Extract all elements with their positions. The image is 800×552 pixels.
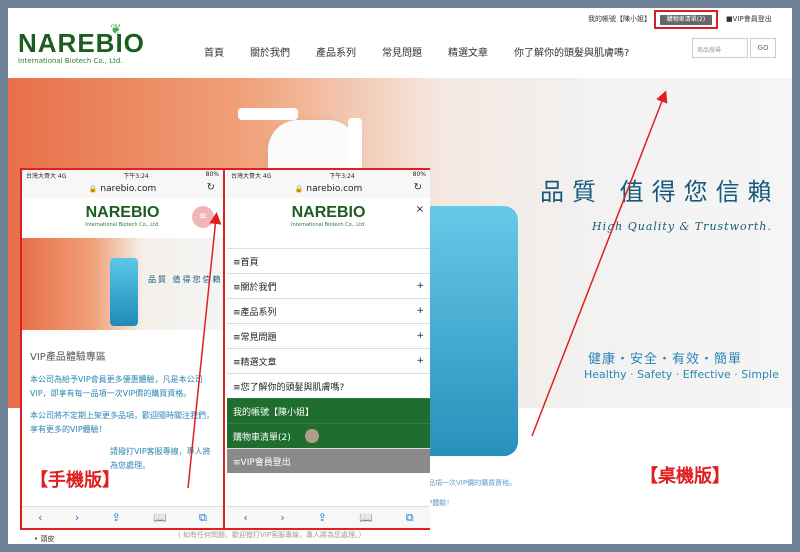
hero-tags-cn: 健康・安全・有效・簡單 — [588, 352, 743, 367]
menu-item-faq[interactable]: ≡常見問題 + — [227, 323, 430, 348]
share-icon[interactable]: ⇪ — [317, 511, 326, 524]
account-link[interactable]: 我的帳號【陳小姐】 — [588, 14, 651, 24]
logo-tail: O — [123, 28, 145, 58]
menu-item-hair-skin[interactable]: ≡您了解你的頭髮與肌膚嗎? — [227, 373, 430, 398]
share-icon[interactable]: ⇪ — [112, 511, 121, 524]
desktop-header: NAREBIO International Biotech Co., Ltd. … — [8, 8, 792, 78]
hero-tags-en: Healthy · Safety · Effective · Simple — [584, 368, 779, 381]
mobile-logo[interactable]: NAREBIO International Biotech Co., Ltd. — [227, 198, 430, 238]
close-icon[interactable]: × — [416, 204, 424, 215]
plus-icon: + — [416, 281, 424, 291]
nav-faq[interactable]: 常見問題 — [382, 44, 422, 59]
battery-text: 80% — [412, 171, 426, 178]
cart-highlight-box: 購物車清單(2) — [654, 10, 718, 29]
mobile-menu-screen: 台灣大哥大 4G 下午3:24 80% 🔒 narebio.com ↻ NARE… — [227, 170, 430, 528]
phone-status-bar: 台灣大哥大 4G 下午3:24 80% — [227, 170, 430, 180]
carrier-text: 台灣大哥大 4G — [26, 173, 67, 180]
nav-hair-skin[interactable]: 你了解你的頭髮與肌膚嗎? — [514, 44, 629, 59]
nav-articles[interactable]: 精選文章 — [448, 44, 488, 59]
desktop-version-label: 【桌機版】 — [640, 466, 730, 487]
nav-home[interactable]: 首頁 — [204, 44, 224, 59]
vip-description: 本公司將不定期上架更多品項，歡迎隨時關注我們，享有更多的VIP體驗！ — [30, 411, 214, 434]
mobile-hero-slogan: 品質 值得您信賴 — [148, 275, 223, 284]
mobile-logo-subtitle: International Biotech Co., Ltd. — [291, 222, 366, 228]
leaf-icon: ❦ — [110, 22, 122, 38]
back-icon[interactable]: ‹ — [38, 511, 42, 524]
forward-icon[interactable]: › — [280, 511, 284, 524]
menu-item-products[interactable]: ≡產品系列 + — [227, 298, 430, 323]
mobile-logo-word: NAREBIO — [291, 204, 366, 221]
brand-logo[interactable]: NAREBIO International Biotech Co., Ltd. … — [18, 22, 145, 65]
hero-slogan-en: High Quality & Trustworth. — [592, 220, 772, 233]
browser-url-bar[interactable]: 🔒 narebio.com ↻ — [227, 180, 430, 198]
blue-bottle-graphic — [110, 258, 138, 326]
desktop-body-text: P體驗！ — [428, 499, 454, 507]
search-input[interactable]: 商品搜尋 — [692, 38, 748, 58]
reload-icon[interactable]: ↻ — [414, 182, 422, 193]
vip-section-title: VIP產品體驗專區 — [30, 352, 106, 363]
carrier-text: 台灣大哥大 4G — [231, 173, 272, 180]
menu-item-about[interactable]: ≡關於我們 + — [227, 273, 430, 298]
browser-url-bar[interactable]: 🔒 narebio.com ↻ — [22, 180, 223, 198]
url-text: narebio.com — [100, 184, 157, 194]
menu-item-vip-logout[interactable]: ≡VIP會員登出 — [227, 448, 430, 473]
screenshot-frame: NAREBIO International Biotech Co., Ltd. … — [8, 8, 792, 544]
forward-icon[interactable]: › — [75, 511, 79, 524]
menu-item-cart[interactable]: 購物車清單(2) — [227, 423, 430, 448]
hamburger-menu-icon[interactable]: ≡ — [192, 206, 214, 228]
bookmarks-icon[interactable]: 📖 — [359, 511, 373, 524]
safari-toolbar: ‹ › ⇪ 📖 ⧉ — [227, 506, 430, 528]
lock-icon: 🔒 — [294, 185, 304, 193]
search-go-button[interactable]: GO — [750, 38, 776, 58]
reload-icon[interactable]: ↻ — [207, 182, 215, 193]
mobile-hero-banner: 品質 值得您信賴 — [22, 238, 223, 330]
contact-note: ( 如有任何問題，歡迎撥打VIP客服專線，專人將為您處理。) — [178, 531, 362, 539]
tabs-icon[interactable]: ⧉ — [406, 511, 414, 525]
plus-icon: + — [416, 331, 424, 341]
nav-about[interactable]: 關於我們 — [250, 44, 290, 59]
bottle-pump-graphic — [238, 108, 298, 120]
cart-button[interactable]: 購物車清單(2) — [660, 15, 712, 25]
vip-logout-link[interactable]: ■VIP會員登出 — [726, 14, 772, 24]
desktop-body-text: 品項一次VIP價的購買資格。 — [428, 479, 517, 487]
tabs-icon[interactable]: ⧉ — [199, 511, 207, 525]
menu-item-home[interactable]: ≡首頁 — [227, 248, 430, 273]
mobile-version-label: 【手機版】 — [30, 470, 120, 491]
logo-word: NAREBI — [18, 28, 124, 58]
hero-slogan-cn: 品質 值得您信賴 — [540, 178, 780, 206]
menu-item-account[interactable]: 我的帳號【陳小姐】 — [227, 398, 430, 423]
lock-icon: 🔒 — [88, 185, 98, 193]
plus-icon: + — [416, 306, 424, 316]
safari-toolbar: ‹ › ⇪ 📖 ⧉ — [22, 506, 223, 528]
main-nav: 首頁 關於我們 產品系列 常見問題 精選文章 你了解你的頭髮與肌膚嗎? — [204, 44, 655, 59]
vip-description: 本公司為給予VIP會員更多優惠體驗，凡是本公司VIP，即享有每一品項一次VIP價… — [30, 375, 203, 398]
time-text: 下午3:24 — [123, 173, 149, 180]
back-icon[interactable]: ‹ — [243, 511, 247, 524]
phone-status-bar: 台灣大哥大 4G 下午3:24 80% — [22, 170, 223, 180]
touch-indicator — [304, 429, 319, 443]
time-text: 下午3:24 — [329, 173, 355, 180]
battery-text: 80% — [205, 171, 219, 178]
menu-item-articles[interactable]: ≡精選文章 + — [227, 348, 430, 373]
mobile-menu: ≡首頁 ≡關於我們 + ≡產品系列 + ≡常見問題 + ≡精選文章 + ≡您了解你的頭髮… — [227, 248, 430, 473]
plus-icon: + — [416, 356, 424, 366]
bullet-item: • 頭皮 — [34, 535, 55, 543]
nav-products[interactable]: 產品系列 — [316, 44, 356, 59]
url-text: narebio.com — [306, 184, 363, 194]
bookmarks-icon[interactable]: 📖 — [153, 511, 167, 524]
